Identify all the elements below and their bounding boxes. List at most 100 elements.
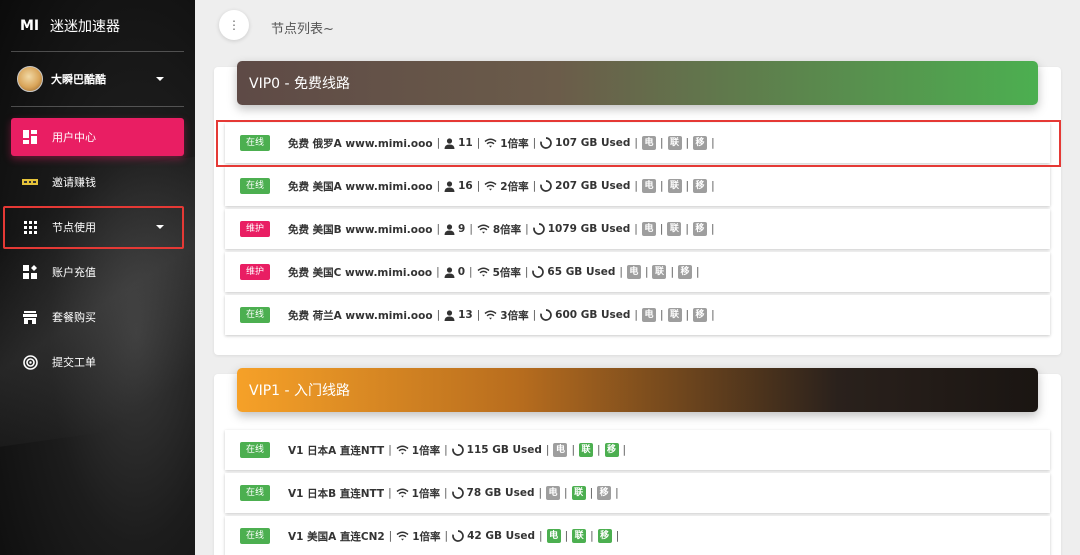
sidebar: MI 迷迷加速器 大瞬巴酷酷 用户中心 邀请赚钱 节点使用 账户充值 套餐购买 … bbox=[0, 0, 195, 555]
status-badge: 维护 bbox=[240, 264, 270, 280]
data-usage-icon bbox=[532, 223, 545, 235]
node-name: V1 日本B 直连NTT bbox=[288, 487, 385, 500]
isp-unicom-badge: 联 bbox=[572, 529, 587, 543]
node-traffic: 65 GB Used bbox=[547, 266, 616, 278]
sidebar-item-label: 用户中心 bbox=[52, 131, 96, 144]
node-rate: 3倍率 bbox=[500, 309, 529, 322]
highlight-box bbox=[3, 206, 184, 249]
isp-telecom-badge: 电 bbox=[641, 179, 656, 193]
node-rate: 8倍率 bbox=[492, 223, 522, 236]
page-title: 节点列表~ bbox=[271, 22, 334, 37]
sidebar-item-label: 邀请赚钱 bbox=[52, 176, 96, 189]
person-icon bbox=[444, 223, 455, 235]
isp-mobile-badge: 移 bbox=[597, 486, 612, 500]
sidebar-item-label: 账户充值 bbox=[52, 266, 96, 279]
wifi-icon bbox=[477, 266, 490, 278]
node-row[interactable]: 在线 V1 美国A 直连CN2 | 1倍率 | 42 GB Used | 电 |… bbox=[225, 516, 1050, 555]
wifi-icon bbox=[396, 444, 409, 456]
node-row[interactable]: 维护 免费 美国C www.mimi.ooo | 0 | 5倍率 | 65 GB… bbox=[225, 252, 1050, 292]
avatar bbox=[17, 66, 43, 92]
status-badge: 在线 bbox=[240, 442, 270, 458]
isp-mobile-badge: 移 bbox=[597, 529, 612, 543]
node-row[interactable]: 在线 免费 荷兰A www.mimi.ooo | 13 | 3倍率 | 600 … bbox=[225, 295, 1050, 335]
person-icon bbox=[444, 180, 455, 192]
group-card-vip0: VIP0 - 免费线路 在线 免费 俄罗A www.mimi.ooo | 11 … bbox=[214, 61, 1061, 355]
node-rate: 1倍率 bbox=[412, 530, 441, 543]
node-users: 16 bbox=[458, 180, 473, 192]
isp-mobile-badge: 移 bbox=[692, 222, 707, 236]
isp-unicom-badge: 联 bbox=[667, 308, 682, 322]
node-name: 免费 美国B www.mimi.ooo bbox=[288, 223, 433, 236]
isp-telecom-badge: 电 bbox=[641, 308, 656, 322]
isp-mobile-badge: 移 bbox=[693, 179, 708, 193]
status-badge: 维护 bbox=[240, 221, 270, 237]
group-title: VIP1 - 入门线路 bbox=[249, 383, 351, 399]
sidebar-item-store[interactable]: 套餐购买 bbox=[11, 298, 184, 336]
node-name: V1 日本A 直连NTT bbox=[288, 444, 385, 457]
sidebar-item-label: 提交工单 bbox=[52, 356, 96, 369]
data-usage-icon bbox=[452, 530, 464, 542]
node-name: V1 美国A 直连CN2 bbox=[288, 530, 385, 543]
more-menu-button[interactable]: ⋮ bbox=[219, 10, 249, 40]
node-traffic: 1079 GB Used bbox=[547, 223, 631, 235]
group-title: VIP0 - 免费线路 bbox=[249, 76, 351, 92]
status-badge: 在线 bbox=[240, 528, 270, 544]
node-rate: 1倍率 bbox=[411, 444, 441, 457]
target-icon bbox=[22, 354, 38, 370]
wifi-icon bbox=[484, 180, 497, 192]
isp-telecom-badge: 电 bbox=[546, 529, 561, 543]
recharge-icon bbox=[22, 264, 38, 280]
isp-unicom-badge: 联 bbox=[652, 265, 667, 279]
node-traffic: 42 GB Used bbox=[467, 530, 536, 542]
group-card-vip1: VIP1 - 入门线路 在线 V1 日本A 直连NTT | 1倍率 | 115 … bbox=[214, 368, 1061, 555]
sidebar-item-user-center[interactable]: 用户中心 bbox=[11, 118, 184, 156]
node-users: 9 bbox=[458, 223, 466, 235]
isp-telecom-badge: 电 bbox=[641, 222, 656, 236]
status-badge: 在线 bbox=[240, 485, 270, 501]
data-usage-icon bbox=[451, 487, 464, 499]
highlight-box bbox=[216, 120, 1061, 167]
sidebar-item-ticket[interactable]: 提交工单 bbox=[11, 343, 184, 381]
node-row[interactable]: 在线 V1 日本A 直连NTT | 1倍率 | 115 GB Used | 电 … bbox=[225, 430, 1050, 470]
sidebar-item-label: 套餐购买 bbox=[52, 311, 96, 324]
data-usage-icon bbox=[540, 309, 552, 321]
status-badge: 在线 bbox=[240, 307, 270, 323]
group-header: VIP0 - 免费线路 bbox=[237, 61, 1038, 105]
wifi-icon bbox=[396, 530, 409, 542]
group-header: VIP1 - 入门线路 bbox=[237, 368, 1038, 412]
store-icon bbox=[22, 309, 38, 325]
node-traffic: 207 GB Used bbox=[555, 180, 631, 192]
data-usage-icon bbox=[532, 266, 545, 278]
isp-unicom-badge: 联 bbox=[579, 443, 593, 457]
node-row[interactable]: 在线 免费 美国A www.mimi.ooo | 16 | 2倍率 | 207 … bbox=[225, 166, 1050, 206]
wifi-icon bbox=[477, 223, 490, 235]
more-vert-icon: ⋮ bbox=[228, 18, 240, 32]
topbar: ⋮ 节点列表~ bbox=[195, 0, 1080, 52]
isp-mobile-badge: 移 bbox=[678, 265, 693, 279]
isp-unicom-badge: 联 bbox=[667, 179, 682, 193]
user-name: 大瞬巴酷酷 bbox=[51, 73, 106, 86]
node-name: 免费 美国C www.mimi.ooo bbox=[288, 266, 433, 279]
person-icon bbox=[444, 309, 455, 321]
isp-unicom-badge: 联 bbox=[667, 222, 682, 236]
node-row[interactable]: 维护 免费 美国B www.mimi.ooo | 9 | 8倍率 | 1079 … bbox=[225, 209, 1050, 249]
isp-telecom-badge: 电 bbox=[546, 486, 561, 500]
isp-unicom-badge: 联 bbox=[571, 486, 586, 500]
invite-icon bbox=[22, 174, 38, 190]
node-rate: 1倍率 bbox=[411, 487, 440, 500]
node-traffic: 600 GB Used bbox=[555, 309, 631, 321]
data-usage-icon bbox=[451, 444, 464, 456]
wifi-icon bbox=[484, 309, 497, 321]
node-name: 免费 美国A www.mimi.ooo bbox=[288, 180, 433, 193]
person-icon bbox=[444, 266, 455, 278]
logo-abbr: MI bbox=[20, 17, 40, 34]
node-row[interactable]: 在线 V1 日本B 直连NTT | 1倍率 | 78 GB Used | 电 |… bbox=[225, 473, 1050, 513]
sidebar-item-invite[interactable]: 邀请赚钱 bbox=[11, 163, 184, 201]
user-menu[interactable]: 大瞬巴酷酷 bbox=[11, 52, 184, 107]
sidebar-item-recharge[interactable]: 账户充值 bbox=[11, 253, 184, 291]
brand[interactable]: MI 迷迷加速器 bbox=[11, 0, 184, 52]
node-users: 0 bbox=[457, 266, 466, 278]
wifi-icon bbox=[396, 487, 409, 499]
data-usage-icon bbox=[540, 180, 552, 192]
isp-mobile-badge: 移 bbox=[604, 443, 619, 457]
